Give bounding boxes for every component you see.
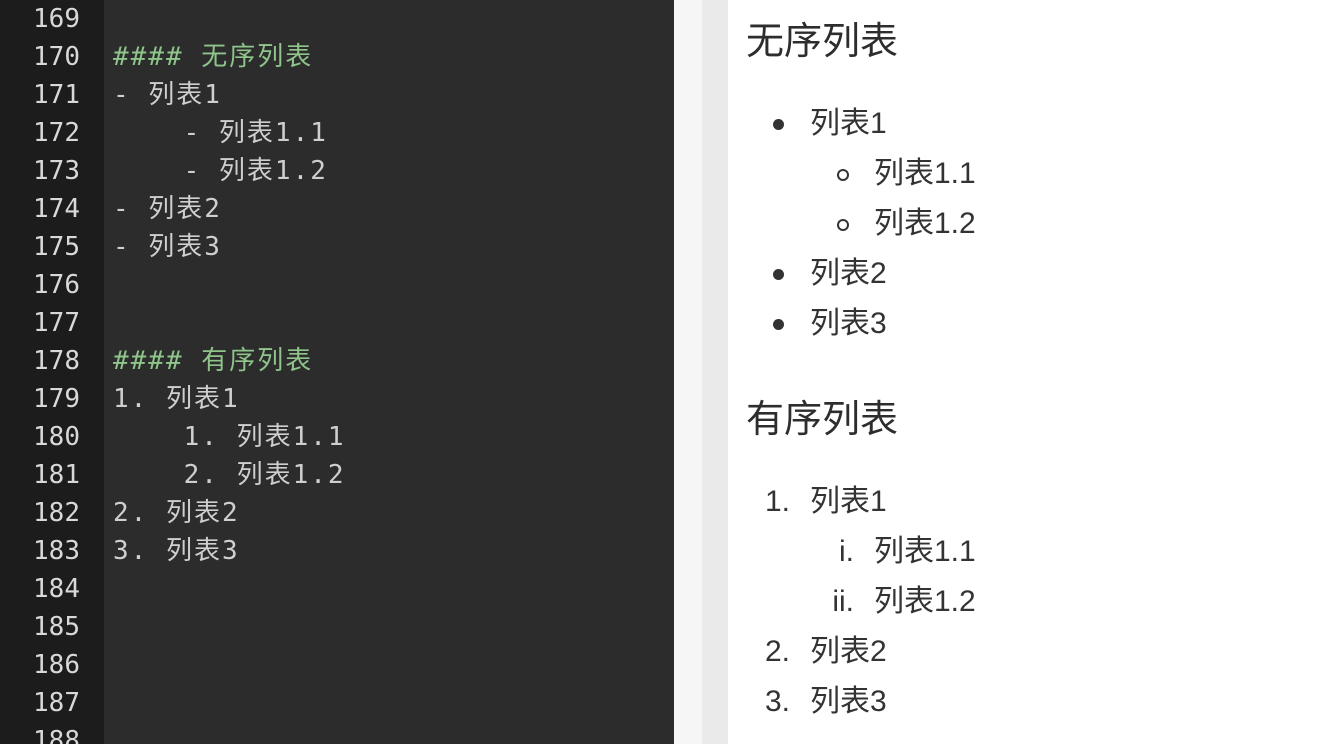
line-number: 185 [33,612,80,642]
code-line[interactable]: 172 - 列表1.1 [0,114,674,152]
bullet-icon [773,319,784,330]
line-number: 180 [33,422,80,452]
code-line[interactable]: 183 3. 列表3 [0,532,674,570]
line-text: - 列表3 [113,232,222,262]
line-number: 183 [33,536,80,566]
line-number: 172 [33,118,80,148]
line-text: - 列表1 [113,80,222,110]
line-number: 182 [33,498,80,528]
list-marker: 2. [764,635,790,668]
line-number: 178 [33,346,80,376]
markdown-preview: 无序列表 列表1 列表1.1 列表1.2 列表2 列表3 有序列表 1. 列表1 i. 列表1… [728,0,1324,744]
code-line[interactable]: 182 2. 列表2 [0,494,674,532]
list-item: 列表1.1 [874,535,976,568]
list-marker: ii. [832,585,854,618]
line-number: 187 [33,688,80,718]
line-number: 174 [33,194,80,224]
code-line[interactable]: 185 [0,608,674,646]
line-text: 3. 列表3 [113,536,240,566]
line-number: 181 [33,460,80,490]
list-item: 列表2 [810,635,887,668]
line-number: 184 [33,574,80,604]
list-marker: 1. [764,485,790,518]
code-line[interactable]: 173 - 列表1.2 [0,152,674,190]
list-item: 列表3 [810,685,887,718]
code-line[interactable]: 181 2. 列表1.2 [0,456,674,494]
unordered-list-heading: 无序列表 [746,21,899,63]
line-number: 169 [33,4,80,34]
pane-divider[interactable] [674,0,704,744]
code-line[interactable]: 187 [0,684,674,722]
line-text: 1. 列表1 [113,384,240,414]
code-line[interactable]: 177 [0,304,674,342]
bullet-icon [773,269,784,280]
list-marker: 3. [764,685,790,718]
code-line[interactable]: 178 #### 有序列表 [0,342,674,380]
list-item: 列表2 [810,257,887,290]
list-item: 列表1.2 [874,585,976,618]
markdown-heading-text: #### 有序列表 [113,346,314,376]
line-text: - 列表1.1 [113,118,328,148]
line-number: 170 [33,42,80,72]
line-text: 2. 列表1.2 [113,460,346,490]
ordered-list-heading: 有序列表 [746,399,899,441]
code-line[interactable]: 176 [0,266,674,304]
code-line[interactable]: 170 #### 无序列表 [0,38,674,76]
code-line[interactable]: 184 [0,570,674,608]
line-text: 2. 列表2 [113,498,240,528]
code-line[interactable]: 186 [0,646,674,684]
code-line[interactable]: 188 [0,722,674,744]
line-number: 176 [33,270,80,300]
line-number: 173 [33,156,80,186]
list-item: 列表1 [810,485,887,518]
markdown-editor[interactable]: 169 170 #### 无序列表 171- 列表1 172 - 列表1.1 173 - … [0,0,674,744]
line-number: 171 [33,80,80,110]
line-text: - 列表1.2 [113,156,328,186]
hollow-bullet-icon [837,169,849,181]
line-text: - 列表2 [113,194,222,224]
code-line[interactable]: 180 1. 列表1.1 [0,418,674,456]
line-number: 175 [33,232,80,262]
line-number: 186 [33,650,80,680]
code-line[interactable]: 171 - 列表1 [0,76,674,114]
line-number: 179 [33,384,80,414]
list-marker: i. [839,535,854,568]
line-text: 1. 列表1.1 [113,422,346,452]
markdown-heading-text: #### 无序列表 [113,42,314,72]
code-line[interactable]: 179 1. 列表1 [0,380,674,418]
code-line[interactable]: 174 - 列表2 [0,190,674,228]
code-line[interactable]: 175 - 列表3 [0,228,674,266]
hollow-bullet-icon [837,219,849,231]
list-item: 列表3 [810,307,887,340]
code-line[interactable]: 169 [0,0,674,38]
bullet-icon [773,119,784,130]
line-number: 177 [33,308,80,338]
list-item: 列表1 [810,107,887,140]
list-item: 列表1.2 [874,207,976,240]
line-number: 188 [33,726,80,744]
split-view: 169 170 #### 无序列表 171- 列表1 172 - 列表1.1 173 - … [0,0,1324,744]
list-item: 列表1.1 [874,157,976,190]
